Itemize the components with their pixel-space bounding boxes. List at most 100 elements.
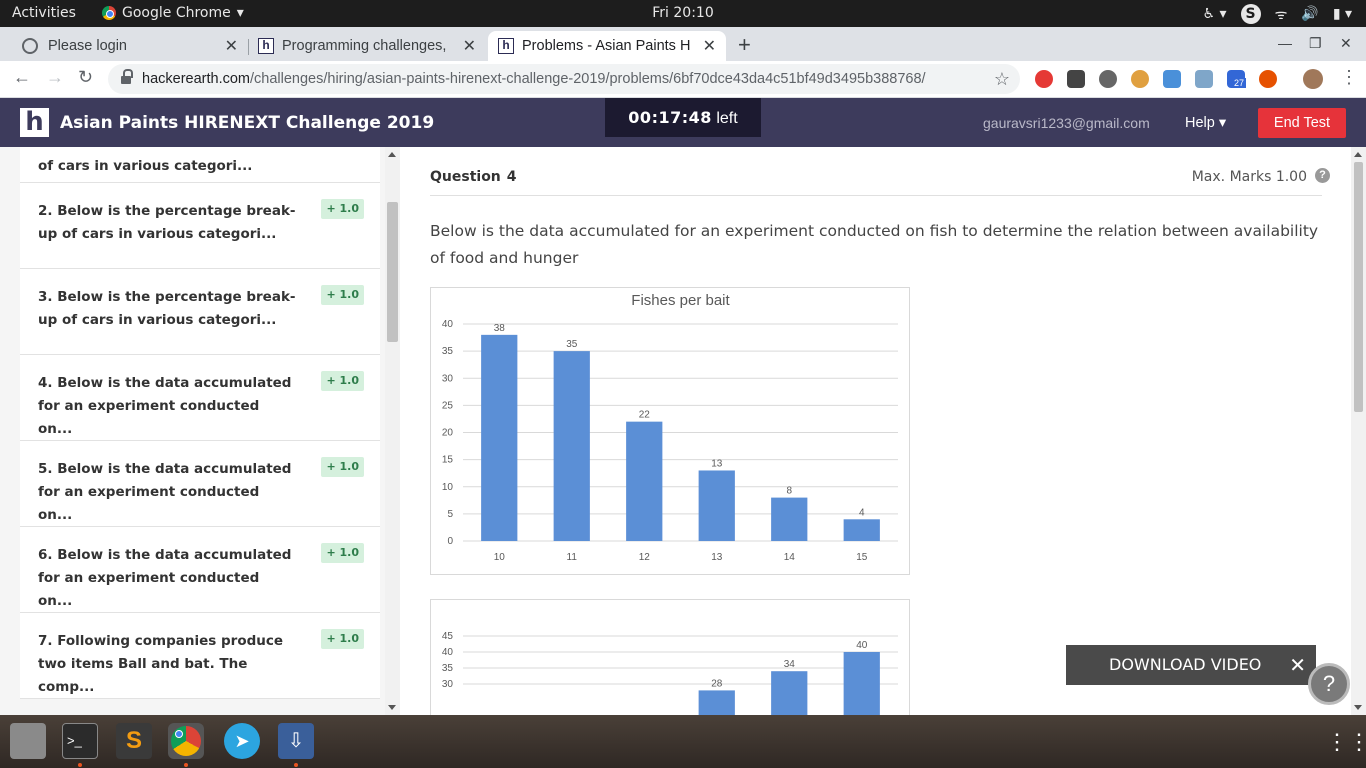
lock-icon[interactable] (121, 69, 133, 84)
content-scrollbar[interactable] (1351, 147, 1366, 715)
y-tick-label: 35 (442, 663, 454, 674)
hackerearth-favicon-icon: h (258, 38, 274, 54)
cookie-extension-icon[interactable] (1131, 70, 1149, 88)
accessibility-icon[interactable]: ♿ ▾ (1203, 6, 1227, 22)
question-list-item[interactable]: 6. Below is the data accumulated for an … (20, 527, 380, 613)
running-indicator (184, 763, 188, 767)
question-list-item[interactable]: of cars in various categori... (20, 147, 380, 183)
download-video-banner[interactable]: DOWNLOAD VIDEO ✕ (1066, 645, 1316, 685)
telegram-icon[interactable]: ➤ (224, 723, 260, 759)
tab-programming-challenges[interactable]: h Programming challenges, ✕ (248, 31, 486, 61)
forward-arrow-icon[interactable]: → (46, 67, 64, 88)
question-list-text: 6. Below is the data accumulated for an … (38, 547, 292, 609)
show-applications-icon[interactable]: ⋮⋮ (1326, 729, 1366, 755)
question-list-item[interactable]: 3. Below is the percentage break-up of c… (20, 269, 380, 355)
minimize-window-button[interactable]: — (1278, 35, 1292, 51)
data-label: 13 (711, 458, 723, 469)
help-button[interactable]: ? (1308, 663, 1350, 705)
system-clock[interactable]: Fri 20:10 (0, 5, 1366, 21)
app-header: h Asian Paints HIRENEXT Challenge 2019 0… (0, 98, 1366, 147)
chrome-dock-icon[interactable] (168, 723, 204, 759)
download-video-label[interactable]: DOWNLOAD VIDEO (1109, 655, 1261, 674)
hackerearth-logo[interactable]: h (20, 108, 49, 137)
scroll-down-icon[interactable] (1354, 705, 1362, 710)
marks-badge: + 1.0 (321, 199, 364, 219)
hackerearth-favicon-icon: h (498, 38, 514, 54)
back-arrow-icon[interactable]: ← (13, 67, 31, 88)
data-label: 34 (784, 659, 796, 670)
x-tick-label: 15 (856, 552, 868, 563)
question-list-item[interactable]: 2. Below is the percentage break-up of c… (20, 183, 380, 269)
x-tick-label: 13 (711, 552, 723, 563)
marks-badge: + 1.0 (321, 285, 364, 305)
calendar-extension-icon[interactable]: 27 (1227, 70, 1247, 88)
data-label: 38 (494, 323, 506, 334)
skype-icon[interactable]: S (1240, 4, 1261, 24)
question-list-item[interactable]: 5. Below is the data accumulated for an … (20, 441, 380, 527)
opera-extension-icon[interactable] (1035, 70, 1053, 88)
fire-extension-icon[interactable] (1259, 70, 1277, 88)
chart-title: Fishes per bait (631, 292, 730, 309)
files-icon[interactable] (10, 723, 46, 759)
download-manager-icon[interactable]: ⇩ (278, 723, 314, 759)
restore-window-button[interactable]: ❐ (1309, 35, 1322, 52)
close-window-button[interactable]: ✕ (1340, 35, 1352, 52)
browser-tab-strip: Please login ✕ h Programming challenges,… (0, 27, 1366, 61)
sidebar-scrollbar[interactable] (385, 147, 400, 715)
help-dropdown[interactable]: Help ▾ (1185, 115, 1226, 131)
moon-extension-icon[interactable] (1099, 70, 1117, 88)
chrome-icon (171, 726, 201, 756)
y-tick-label: 5 (447, 509, 453, 520)
close-tab-icon[interactable]: ✕ (463, 36, 476, 56)
question-list-text: 5. Below is the data accumulated for an … (38, 461, 292, 523)
ubuntu-dock: >_ S ➤ ⇩ ⋮⋮ (0, 715, 1366, 768)
image-extension-icon[interactable] (1195, 70, 1213, 88)
shield-extension-icon[interactable] (1067, 70, 1085, 88)
y-tick-label: 30 (442, 679, 454, 690)
x-tick-label: 10 (494, 552, 506, 563)
terminal-icon[interactable]: >_ (62, 723, 98, 759)
reload-icon[interactable]: ↻ (78, 67, 93, 88)
bar (843, 652, 880, 715)
scroll-up-icon[interactable] (388, 152, 396, 157)
bar (843, 519, 880, 541)
docs-extension-icon[interactable] (1163, 70, 1181, 88)
profile-avatar[interactable] (1303, 69, 1323, 89)
close-icon[interactable]: ✕ (1289, 645, 1306, 685)
data-label: 40 (856, 640, 868, 651)
bar (698, 690, 735, 715)
network-icon: ᯤ (1274, 6, 1288, 23)
tab-problems-active[interactable]: h Problems - Asian Paints H ✕ (488, 31, 726, 61)
url-path: /challenges/hiring/asian-paints-hirenext… (250, 71, 926, 87)
question-list-text: 7. Following companies produce two items… (38, 633, 284, 695)
question-list-item[interactable]: 7. Following companies produce two items… (20, 613, 380, 699)
timer-suffix: left (716, 110, 738, 127)
tab-please-login[interactable]: Please login ✕ (0, 31, 248, 61)
running-indicator (294, 763, 298, 767)
bar (698, 470, 735, 541)
scrollbar-thumb[interactable] (387, 202, 398, 342)
question-number: 4 (506, 169, 517, 185)
question-sidebar: of cars in various categori... 2. Below i… (0, 147, 385, 715)
sublime-text-icon[interactable]: S (116, 723, 152, 759)
chrome-menu-icon[interactable]: ⋮ (1340, 67, 1358, 88)
system-tray[interactable]: ♿ ▾ S ᯤ 🔊 ▮ ▾ (1203, 4, 1352, 24)
scroll-up-icon[interactable] (1354, 152, 1362, 157)
end-test-button[interactable]: End Test (1258, 108, 1346, 138)
question-help-icon[interactable]: ? (1315, 168, 1330, 183)
tab-title: Problems - Asian Paints H (522, 38, 691, 54)
y-tick-label: 0 (447, 536, 453, 547)
question-list-text: 2. Below is the percentage break-up of c… (38, 203, 296, 242)
question-list-item[interactable]: 4. Below is the data accumulated for an … (20, 355, 380, 441)
close-tab-icon[interactable]: ✕ (703, 36, 716, 56)
url-host: hackerearth.com (142, 71, 250, 87)
scrollbar-thumb[interactable] (1354, 162, 1363, 412)
test-workspace: of cars in various categori... 2. Below i… (0, 147, 1366, 715)
address-bar[interactable]: hackerearth.com/challenges/hiring/asian-… (108, 64, 1020, 94)
new-tab-button[interactable]: + (738, 32, 751, 58)
close-tab-icon[interactable]: ✕ (225, 36, 238, 56)
scroll-down-icon[interactable] (388, 705, 396, 710)
marks-badge: + 1.0 (321, 629, 364, 649)
bookmark-star-icon[interactable]: ☆ (994, 64, 1010, 94)
timer-value: 00:17:48 (628, 108, 712, 127)
